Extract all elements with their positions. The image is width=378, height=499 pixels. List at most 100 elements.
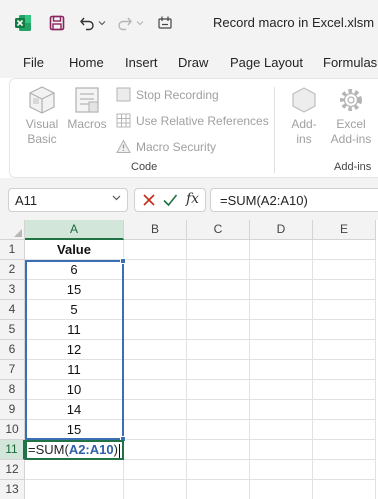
cell-a4[interactable]: 5 (25, 300, 124, 320)
cell-d7[interactable] (250, 360, 313, 380)
cell-d10[interactable] (250, 420, 313, 440)
cell-a13[interactable] (25, 480, 124, 499)
cell-e8[interactable] (313, 380, 376, 400)
column-header-b[interactable]: B (124, 220, 187, 240)
cell-c13[interactable] (187, 480, 250, 499)
use-relative-references-button[interactable]: Use Relative References (116, 113, 269, 128)
cell-c10[interactable] (187, 420, 250, 440)
cell-a2[interactable]: 6 (25, 260, 124, 280)
cell-a6[interactable]: 12 (25, 340, 124, 360)
cell-b3[interactable] (124, 280, 187, 300)
cell-d4[interactable] (250, 300, 313, 320)
tab-file[interactable]: File (23, 55, 44, 70)
tab-draw[interactable]: Draw (178, 55, 208, 70)
row-header-4[interactable]: 4 (0, 300, 25, 320)
cell-a3[interactable]: 15 (25, 280, 124, 300)
visual-basic-button[interactable]: Visual Basic (24, 85, 60, 147)
cell-b9[interactable] (124, 400, 187, 420)
cell-b13[interactable] (124, 480, 187, 499)
cell-e13[interactable] (313, 480, 376, 499)
worksheet-grid[interactable]: A B C D E 1 Value 2 6 3 15 4 5 5 11 6 12 7 11 8 10 9 14 10 15 11 1… (0, 220, 378, 499)
cell-c5[interactable] (187, 320, 250, 340)
row-header-7[interactable]: 7 (0, 360, 25, 380)
cancel-icon[interactable] (141, 192, 157, 213)
cell-c7[interactable] (187, 360, 250, 380)
cell-b6[interactable] (124, 340, 187, 360)
tab-home[interactable]: Home (69, 55, 104, 70)
cell-d13[interactable] (250, 480, 313, 499)
cell-d12[interactable] (250, 460, 313, 480)
row-header-11[interactable]: 11 (0, 440, 25, 460)
row-header-5[interactable]: 5 (0, 320, 25, 340)
row-header-10[interactable]: 10 (0, 420, 25, 440)
cell-a5[interactable]: 11 (25, 320, 124, 340)
select-all-button[interactable] (0, 220, 25, 240)
cell-d11[interactable] (250, 440, 313, 460)
undo-icon[interactable] (78, 13, 96, 33)
cell-d2[interactable] (250, 260, 313, 280)
row-header-3[interactable]: 3 (0, 280, 25, 300)
active-cell-a11[interactable]: =SUM(A2:A10) (25, 440, 124, 460)
macros-button[interactable]: Macros (67, 85, 107, 132)
column-header-d[interactable]: D (250, 220, 313, 240)
cell-d5[interactable] (250, 320, 313, 340)
cell-b8[interactable] (124, 380, 187, 400)
row-header-6[interactable]: 6 (0, 340, 25, 360)
cell-a9[interactable]: 14 (25, 400, 124, 420)
cell-e7[interactable] (313, 360, 376, 380)
tab-page-layout[interactable]: Page Layout (230, 55, 303, 70)
cell-c8[interactable] (187, 380, 250, 400)
cell-b10[interactable] (124, 420, 187, 440)
row-header-1[interactable]: 1 (0, 240, 25, 260)
cell-b4[interactable] (124, 300, 187, 320)
insert-function-icon[interactable]: fx (186, 191, 199, 207)
cell-b12[interactable] (124, 460, 187, 480)
cell-c2[interactable] (187, 260, 250, 280)
row-header-9[interactable]: 9 (0, 400, 25, 420)
cell-b2[interactable] (124, 260, 187, 280)
cell-c9[interactable] (187, 400, 250, 420)
column-header-a[interactable]: A (25, 220, 124, 240)
formula-input[interactable]: =SUM(A2:A10) (210, 188, 378, 212)
tab-insert[interactable]: Insert (125, 55, 158, 70)
save-icon[interactable] (48, 13, 66, 33)
cell-e5[interactable] (313, 320, 376, 340)
name-box[interactable]: A11 (8, 188, 128, 212)
customize-toolbar-icon[interactable] (156, 13, 174, 33)
row-header-13[interactable]: 13 (0, 480, 25, 499)
cell-c11[interactable] (187, 440, 250, 460)
cell-b7[interactable] (124, 360, 187, 380)
row-header-2[interactable]: 2 (0, 260, 25, 280)
cell-c6[interactable] (187, 340, 250, 360)
cell-e11[interactable] (313, 440, 376, 460)
cell-d6[interactable] (250, 340, 313, 360)
cell-c4[interactable] (187, 300, 250, 320)
cell-e10[interactable] (313, 420, 376, 440)
excel-add-ins-button[interactable]: Excel Add-ins (326, 85, 376, 147)
cell-e3[interactable] (313, 280, 376, 300)
cell-c12[interactable] (187, 460, 250, 480)
cell-b5[interactable] (124, 320, 187, 340)
cell-c1[interactable] (187, 240, 250, 260)
cell-b11[interactable] (124, 440, 187, 460)
row-header-8[interactable]: 8 (0, 380, 25, 400)
chevron-down-icon[interactable] (112, 193, 121, 205)
add-ins-button[interactable]: Add- ins (287, 85, 321, 147)
macro-security-button[interactable]: Macro Security (116, 139, 216, 154)
cell-e12[interactable] (313, 460, 376, 480)
cell-a7[interactable]: 11 (25, 360, 124, 380)
cell-d8[interactable] (250, 380, 313, 400)
cell-a10[interactable]: 15 (25, 420, 124, 440)
cell-d1[interactable] (250, 240, 313, 260)
column-header-c[interactable]: C (187, 220, 250, 240)
cell-e1[interactable] (313, 240, 376, 260)
undo-dropdown-icon[interactable] (98, 13, 106, 33)
tab-formulas[interactable]: Formulas (323, 55, 377, 70)
cell-e6[interactable] (313, 340, 376, 360)
cell-a1[interactable]: Value (25, 240, 124, 260)
cell-e2[interactable] (313, 260, 376, 280)
row-header-12[interactable]: 12 (0, 460, 25, 480)
cell-e9[interactable] (313, 400, 376, 420)
cell-a12[interactable] (25, 460, 124, 480)
cell-d3[interactable] (250, 280, 313, 300)
